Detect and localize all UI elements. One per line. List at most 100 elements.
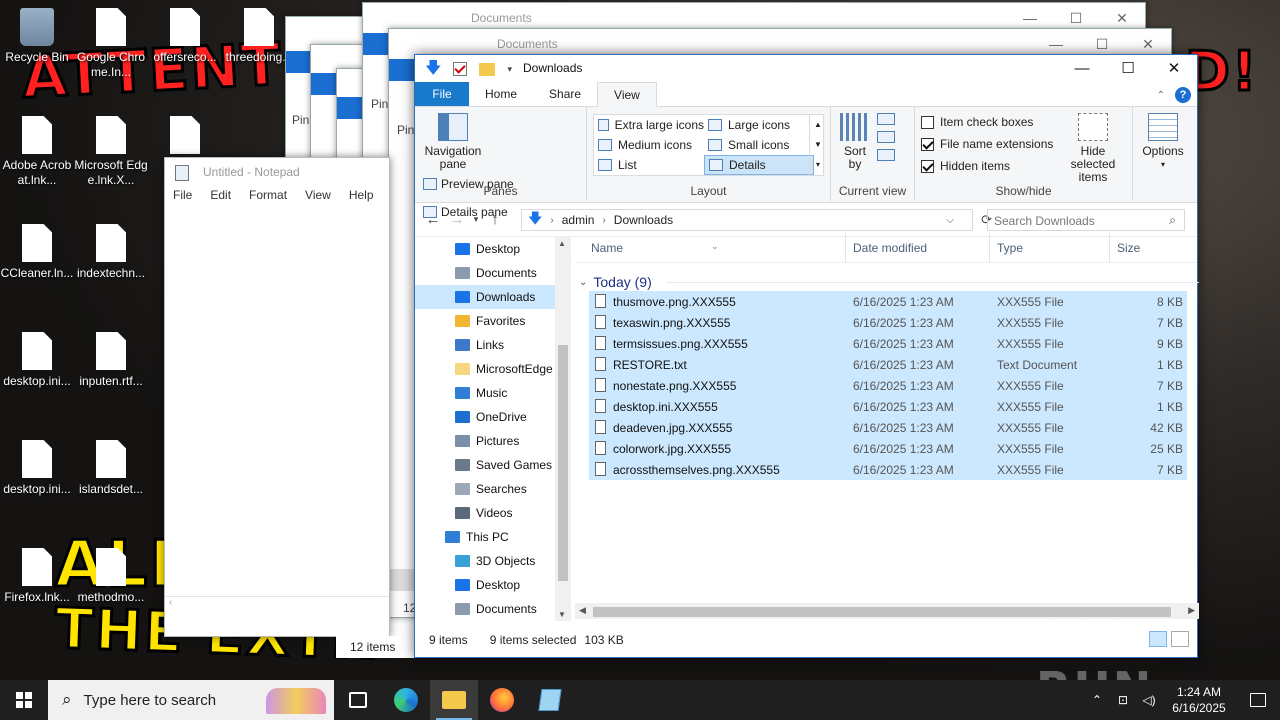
nav-item[interactable]: OneDrive [415,405,571,429]
tab-share[interactable]: Share [533,82,597,106]
nav-item[interactable]: Pictures [415,429,571,453]
tab-home[interactable]: Home [469,82,533,106]
group-collapse-icon[interactable]: ⌄ [579,277,587,288]
file-row[interactable]: texaswin.png.XXX555 6/16/2025 1:23 AM XXX5… [589,312,1187,333]
add-columns-icon[interactable] [877,131,895,143]
speaker-icon[interactable]: ◁) [1136,693,1162,707]
taskbar-notepad[interactable] [526,680,574,720]
taskbar-search[interactable]: ⌕ Type here to search [48,680,334,720]
desktop-icon[interactable]: Recycle Bin [0,8,74,65]
back-arrow-icon[interactable]: ← [421,211,445,228]
tab-file[interactable]: File [415,82,469,106]
desktop-icon[interactable]: Adobe Acrobat.lnk... [0,116,74,188]
file-row[interactable]: RESTORE.txt 6/16/2025 1:23 AM Text Documen… [589,354,1187,375]
help-icon[interactable]: ? [1175,87,1191,103]
path-separator-icon[interactable]: › [550,215,553,226]
minimize-button[interactable]: — [1059,55,1105,83]
path-separator-icon[interactable]: › [602,215,605,226]
notepad-menu-file[interactable]: File [173,188,200,208]
nav-item[interactable]: This PC [415,525,571,549]
desktop-icon[interactable]: desktop.ini... [0,332,74,389]
layout-medium-icons[interactable]: Medium icons [594,135,704,155]
group-header-today[interactable]: ⌄ Today (9) [579,271,1199,293]
notepad-window[interactable]: Untitled - Notepad File Edit Format View… [164,157,390,637]
notifications-button[interactable] [1236,680,1280,720]
hidden-items-checkbox[interactable] [921,159,934,173]
desktop-icon[interactable]: methodmo... [74,548,148,605]
notepad-menu-view[interactable]: View [305,188,339,208]
file-row[interactable]: desktop.ini.XXX555 6/16/2025 1:23 AM XXX55… [589,396,1187,417]
size-columns-icon[interactable] [877,149,895,161]
nav-item[interactable]: Desktop [415,237,571,261]
desktop-icon[interactable]: offersreco... [148,8,222,65]
layout-extra-large-icons[interactable]: Extra large icons [594,115,704,135]
file-row[interactable]: acrossthemselves.png.XXX555 6/16/2025 1:2… [589,459,1187,480]
desktop-icon[interactable]: desktop.ini... [0,440,74,497]
notepad-menu-help[interactable]: Help [349,188,382,208]
explorer-titlebar[interactable]: 🡇 ▾ Downloads — ☐ ✕ [415,55,1197,83]
file-row[interactable]: termsissues.png.XXX555 6/16/2025 1:23 AM X… [589,333,1187,354]
layout-large-icons[interactable]: Large icons [704,115,814,135]
nav-item[interactable]: Music [415,381,571,405]
column-header-name[interactable]: Name [591,241,623,255]
scroll-down-icon[interactable]: ▼ [558,610,566,619]
file-row[interactable]: deadeven.jpg.XXX555 6/16/2025 1:23 AM XXX5… [589,417,1187,438]
tab-view[interactable]: View [597,82,657,107]
group-by-icon[interactable] [877,113,895,125]
file-row[interactable]: colorwork.jpg.XXX555 6/16/2025 1:23 AM XXX… [589,438,1187,459]
nav-item[interactable]: Favorites [415,309,571,333]
nav-item[interactable]: Videos [415,501,571,525]
nav-item[interactable]: Documents [415,261,571,285]
recent-locations-icon[interactable]: ▾ [469,214,483,225]
hide-selected-items-button[interactable]: Hide selected items [1057,111,1129,184]
nav-item[interactable]: MicrosoftEdge [415,357,571,381]
options-button[interactable]: Options ▾ [1139,111,1187,171]
show-hidden-icons-icon[interactable]: ⌃ [1084,693,1110,707]
taskbar-file-explorer[interactable] [430,680,478,720]
nav-item[interactable]: Documents [415,597,571,621]
new-folder-icon[interactable] [479,62,496,76]
explorer-window[interactable]: 🡇 ▾ Downloads — ☐ ✕ File Home Share View… [414,54,1199,658]
layout-small-icons[interactable]: Small icons [704,135,814,155]
notepad-menu-format[interactable]: Format [249,188,295,208]
scroll-left-icon[interactable]: ◀ [579,605,586,616]
desktop-icon[interactable]: Google Chrome.In... [74,8,148,80]
scroll-up-icon[interactable]: ▲ [558,239,566,248]
task-view-button[interactable] [334,680,382,720]
nav-item[interactable]: Links [415,333,571,357]
layout-gallery-scroll[interactable]: ▲ ▼ ▾ [809,115,823,175]
notepad-scrollbar[interactable]: ‹ [165,596,389,612]
start-button[interactable] [0,680,48,720]
taskbar-edge[interactable] [382,680,430,720]
up-arrow-icon[interactable]: ↑ [483,211,507,228]
item-check-boxes-checkbox[interactable] [921,115,934,129]
desktop-icon[interactable]: inputen.rtf... [74,332,148,389]
desktop-icon[interactable]: Firefox.lnk... [0,548,74,605]
close-button[interactable]: ✕ [1151,55,1197,83]
nav-item[interactable]: Saved Games [415,453,571,477]
desktop-icon[interactable]: indextechn... [74,224,148,281]
desktop-icon[interactable]: islandsdet... [74,440,148,497]
clock[interactable]: 1:24 AM 6/16/2025 [1162,684,1236,716]
nav-item[interactable]: Downloads [415,285,571,309]
network-icon[interactable]: ⊡ [1110,693,1136,707]
address-dropdown-icon[interactable]: ⌵ [946,215,954,226]
navigation-pane-button[interactable]: Navigation pane [421,111,485,171]
taskbar-firefox[interactable] [478,680,526,720]
quick-access-dropdown-icon[interactable]: ▾ [507,64,512,75]
properties-icon[interactable] [453,62,468,76]
address-bar[interactable]: 🡇 › admin › Downloads ⌵ ⟳ [521,209,992,231]
collapse-ribbon-icon[interactable]: ⌃ [1157,90,1165,101]
forward-arrow-icon[interactable]: → [445,211,469,228]
column-header-type[interactable]: Type [997,241,1023,255]
scroll-thumb[interactable] [558,345,568,581]
file-name-extensions-checkbox[interactable] [921,137,934,151]
desktop-icon[interactable]: Microsoft Edge.lnk.X... [74,116,148,188]
breadcrumb-admin[interactable]: admin [562,213,595,227]
breadcrumb-downloads[interactable]: Downloads [614,213,673,227]
sort-by-button[interactable]: Sort by [837,111,873,171]
layout-list[interactable]: List [594,155,704,175]
nav-item[interactable]: 3D Objects [415,549,571,573]
maximize-button[interactable]: ☐ [1105,55,1151,83]
column-header-date[interactable]: Date modified [853,241,927,255]
